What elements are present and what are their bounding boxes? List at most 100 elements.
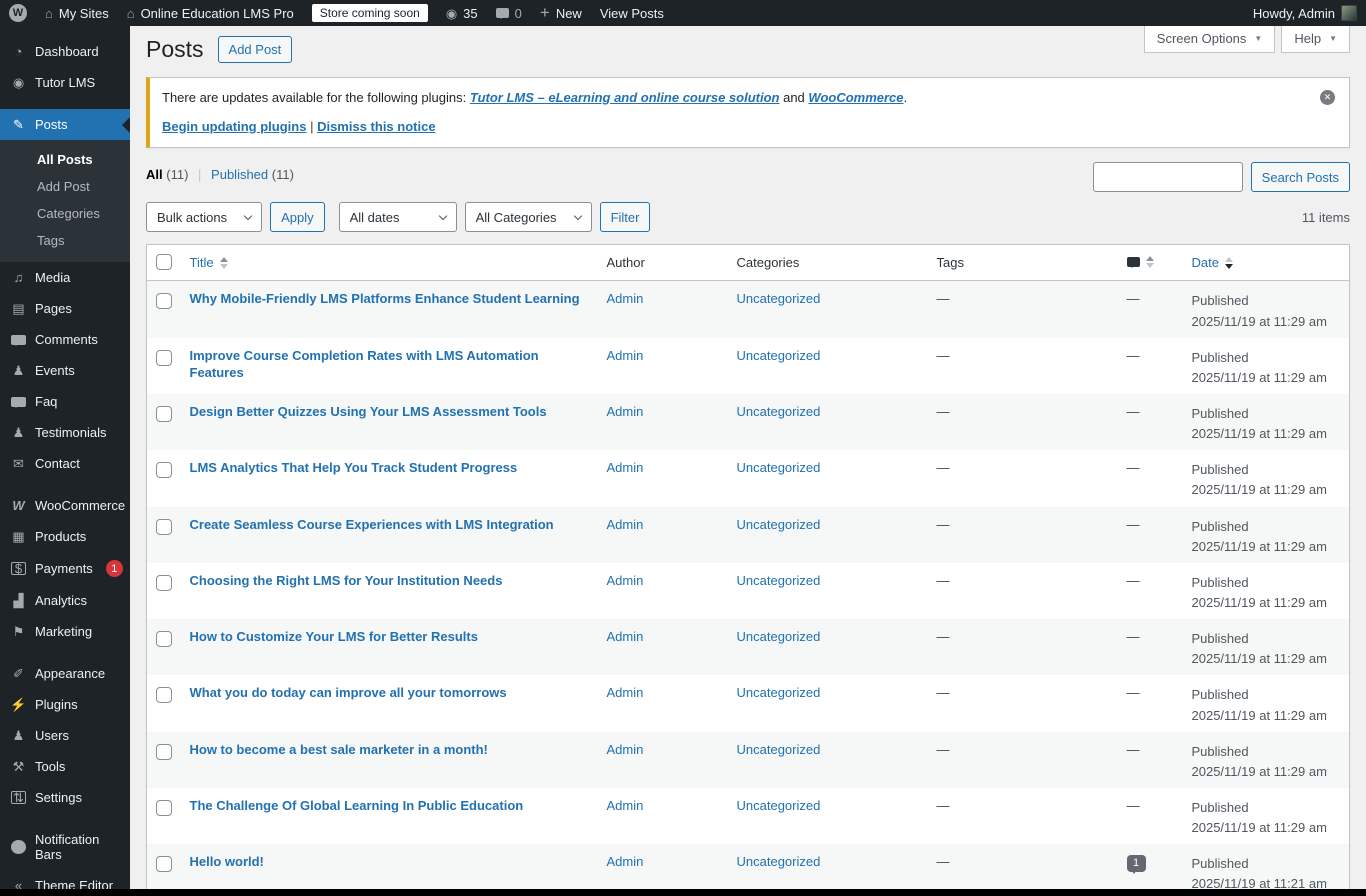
- post-category-link[interactable]: Uncategorized: [737, 291, 821, 306]
- post-title-link[interactable]: The Challenge Of Global Learning In Publ…: [190, 798, 524, 813]
- sidebar-item-plugins[interactable]: ⚡ Plugins: [0, 689, 130, 720]
- sidebar-item-faq[interactable]: Faq: [0, 386, 130, 417]
- comments-menu[interactable]: 0: [487, 0, 531, 26]
- comment-count-badge[interactable]: 1: [1126, 855, 1146, 875]
- new-content-menu[interactable]: + New: [531, 0, 591, 26]
- post-title-link[interactable]: What you do today can improve all your t…: [190, 685, 507, 700]
- dismiss-notice-link[interactable]: Dismiss this notice: [317, 119, 435, 134]
- post-category-link[interactable]: Uncategorized: [737, 517, 821, 532]
- filter-button[interactable]: Filter: [599, 202, 651, 233]
- sidebar-item-tutor-lms[interactable]: ◉ Tutor LMS: [0, 67, 130, 98]
- post-title-link[interactable]: How to Customize Your LMS for Better Res…: [190, 629, 478, 644]
- post-author-link[interactable]: Admin: [607, 348, 644, 363]
- woocommerce-update-link[interactable]: WooCommerce: [808, 90, 903, 105]
- post-category-link[interactable]: Uncategorized: [737, 573, 821, 588]
- select-all-checkbox[interactable]: [156, 254, 172, 271]
- sidebar-item-marketing[interactable]: ⚑ Marketing: [0, 616, 130, 647]
- post-author-link[interactable]: Admin: [607, 460, 644, 475]
- row-checkbox[interactable]: [156, 406, 172, 423]
- sidebar-item-users[interactable]: ♟ Users: [0, 720, 130, 751]
- sidebar-item-notification-bars[interactable]: i Notification Bars: [0, 824, 130, 870]
- post-category-link[interactable]: Uncategorized: [737, 460, 821, 475]
- search-posts-button[interactable]: Search Posts: [1250, 162, 1350, 193]
- post-title-link[interactable]: Create Seamless Course Experiences with …: [190, 517, 554, 532]
- begin-updating-plugins-link[interactable]: Begin updating plugins: [162, 119, 306, 134]
- post-author-link[interactable]: Admin: [607, 854, 644, 869]
- row-checkbox[interactable]: [156, 462, 172, 479]
- post-title-link[interactable]: LMS Analytics That Help You Track Studen…: [190, 460, 518, 475]
- sidebar-item-analytics[interactable]: ▟ Analytics: [0, 585, 130, 616]
- wordpress-menu[interactable]: W: [0, 0, 36, 26]
- sidebar-item-contact[interactable]: ✉ Contact: [0, 448, 130, 479]
- row-checkbox[interactable]: [156, 518, 172, 535]
- tutor-lms-update-link[interactable]: Tutor LMS – eLearning and online course …: [470, 90, 780, 105]
- column-date[interactable]: Date: [1181, 244, 1350, 282]
- row-checkbox[interactable]: [156, 349, 172, 366]
- site-name-menu[interactable]: ⌂ Online Education LMS Pro: [118, 0, 303, 26]
- post-author-link[interactable]: Admin: [607, 291, 644, 306]
- sidebar-item-pages[interactable]: ▤ Pages: [0, 293, 130, 324]
- row-checkbox[interactable]: [156, 293, 172, 310]
- row-checkbox[interactable]: [156, 800, 172, 817]
- row-checkbox[interactable]: [156, 631, 172, 648]
- sidebar-subitem-categories[interactable]: Categories: [0, 200, 130, 227]
- post-category-link[interactable]: Uncategorized: [737, 742, 821, 757]
- post-category-link[interactable]: Uncategorized: [737, 854, 821, 869]
- post-author-link[interactable]: Admin: [607, 404, 644, 419]
- categories-filter-select[interactable]: All Categories: [464, 202, 592, 233]
- post-author-link[interactable]: Admin: [607, 573, 644, 588]
- sidebar-item-settings[interactable]: ⇅ Settings: [0, 782, 130, 813]
- post-title-link[interactable]: Improve Course Completion Rates with LMS…: [190, 348, 539, 380]
- sidebar-subitem-tags[interactable]: Tags: [0, 227, 130, 254]
- dismiss-notice-icon[interactable]: ✕: [1320, 89, 1335, 105]
- post-category-link[interactable]: Uncategorized: [737, 798, 821, 813]
- apply-button[interactable]: Apply: [270, 202, 325, 233]
- post-author-link[interactable]: Admin: [607, 517, 644, 532]
- sidebar-item-events[interactable]: ♟ Events: [0, 355, 130, 386]
- sidebar-item-tools[interactable]: ⚒ Tools: [0, 751, 130, 782]
- post-title-link[interactable]: Hello world!: [190, 854, 264, 869]
- bulk-actions-select[interactable]: Bulk actions: [146, 202, 263, 233]
- post-author-link[interactable]: Admin: [607, 798, 644, 813]
- sidebar-subitem-add-post[interactable]: Add Post: [0, 173, 130, 200]
- row-checkbox[interactable]: [156, 574, 172, 591]
- my-sites-menu[interactable]: ⌂ My Sites: [36, 0, 118, 26]
- post-title-link[interactable]: Design Better Quizzes Using Your LMS Ass…: [190, 404, 547, 419]
- products-icon: ▦: [12, 529, 25, 544]
- post-category-link[interactable]: Uncategorized: [737, 348, 821, 363]
- sidebar-item-payments[interactable]: $ Payments 1: [0, 552, 130, 585]
- sidebar-item-appearance[interactable]: ✐ Appearance: [0, 658, 130, 689]
- dates-filter-select[interactable]: All dates: [338, 202, 457, 233]
- view-all-link[interactable]: All: [146, 167, 163, 182]
- post-title-link[interactable]: How to become a best sale marketer in a …: [190, 742, 488, 757]
- sidebar-item-posts[interactable]: ✎ Posts: [0, 109, 130, 140]
- view-posts-menu[interactable]: View Posts: [591, 0, 673, 26]
- sidebar-item-woocommerce[interactable]: W WooCommerce: [0, 490, 130, 521]
- sidebar-item-comments[interactable]: Comments: [0, 324, 130, 355]
- post-title-link[interactable]: Why Mobile-Friendly LMS Platforms Enhanc…: [190, 291, 580, 306]
- column-title[interactable]: Title: [179, 244, 597, 282]
- post-author-link[interactable]: Admin: [607, 685, 644, 700]
- post-category-link[interactable]: Uncategorized: [737, 404, 821, 419]
- help-button[interactable]: Help ▼: [1281, 26, 1350, 53]
- post-category-link[interactable]: Uncategorized: [737, 685, 821, 700]
- post-author-link[interactable]: Admin: [607, 742, 644, 757]
- row-checkbox[interactable]: [156, 687, 172, 704]
- site-views-menu[interactable]: ◉ 35: [437, 0, 487, 26]
- sidebar-item-testimonials[interactable]: ♟ Testimonials: [0, 417, 130, 448]
- add-post-button[interactable]: Add Post: [217, 36, 293, 64]
- post-title-link[interactable]: Choosing the Right LMS for Your Institut…: [190, 573, 503, 588]
- column-comments[interactable]: [1116, 244, 1182, 282]
- search-input[interactable]: [1092, 162, 1243, 193]
- sidebar-item-products[interactable]: ▦ Products: [0, 521, 130, 552]
- screen-options-button[interactable]: Screen Options ▼: [1143, 26, 1276, 53]
- row-checkbox[interactable]: [156, 856, 172, 873]
- view-published-link[interactable]: Published: [211, 167, 268, 182]
- sidebar-item-media[interactable]: ♫ Media: [0, 262, 130, 293]
- sidebar-item-dashboard[interactable]: ◔ Dashboard: [0, 36, 130, 67]
- post-author-link[interactable]: Admin: [607, 629, 644, 644]
- my-account-menu[interactable]: Howdy, Admin: [1244, 0, 1366, 26]
- row-checkbox[interactable]: [156, 743, 172, 760]
- post-category-link[interactable]: Uncategorized: [737, 629, 821, 644]
- sidebar-subitem-all-posts[interactable]: All Posts: [0, 146, 130, 173]
